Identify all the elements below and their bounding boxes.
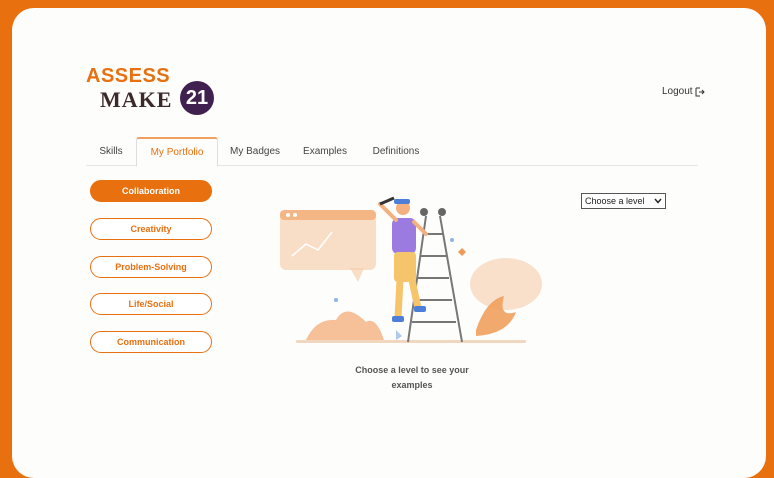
skill-communication-button[interactable]: Communication bbox=[90, 331, 212, 353]
tab-definitions[interactable]: Definitions bbox=[366, 137, 426, 165]
logout-label: Logout bbox=[662, 86, 693, 97]
caption-line-2: examples bbox=[391, 380, 433, 390]
logo-number: 21 bbox=[180, 81, 214, 115]
empty-state-illustration bbox=[280, 196, 542, 343]
skill-collaboration-button[interactable]: Collaboration bbox=[90, 180, 212, 202]
tab-my-portfolio[interactable]: My Portfolio bbox=[136, 137, 218, 167]
level-select-value: Choose a level bbox=[585, 196, 645, 206]
level-select[interactable]: Choose a level bbox=[581, 193, 666, 209]
logout-icon bbox=[695, 87, 705, 96]
logo-line-2: MAKE bbox=[100, 87, 173, 112]
tab-my-badges[interactable]: My Badges bbox=[226, 137, 284, 165]
tab-bar: Skills My Portfolio My Badges Examples D… bbox=[86, 137, 698, 167]
skill-creativity-button[interactable]: Creativity bbox=[90, 218, 212, 240]
assessmake21-logo: ASSESS MAKE 21 bbox=[86, 66, 218, 118]
logo-line-1: ASSESS bbox=[86, 65, 171, 87]
caption-line-1: Choose a level to see your bbox=[355, 365, 469, 375]
tab-skills[interactable]: Skills bbox=[96, 137, 126, 165]
logout-button[interactable]: Logout bbox=[662, 86, 705, 97]
skill-problem-solving-button[interactable]: Problem-Solving bbox=[90, 256, 212, 278]
empty-state-caption: Choose a level to see your examples bbox=[330, 363, 494, 393]
chevron-down-icon bbox=[654, 198, 662, 204]
tab-examples[interactable]: Examples bbox=[299, 137, 351, 165]
skill-life-social-button[interactable]: Life/Social bbox=[90, 293, 212, 315]
